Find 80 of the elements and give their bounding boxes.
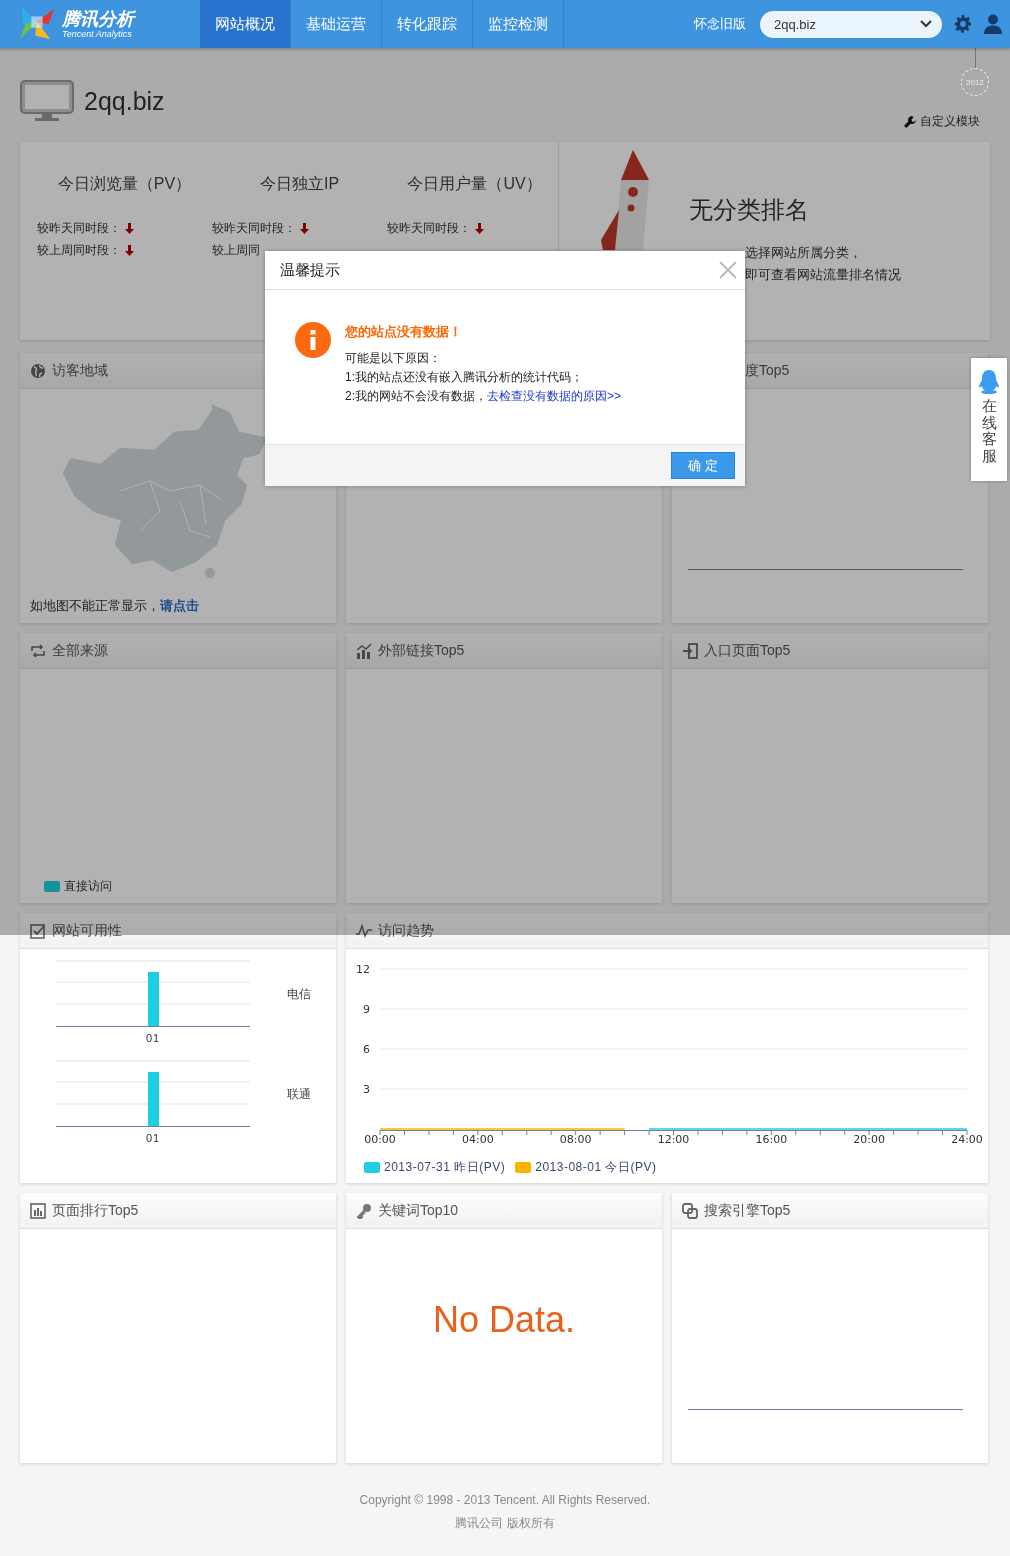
copyright-text: Copyright © 1998 - 2013 Tencent. All Rights Reserved. [358, 1492, 652, 1509]
x-tick-label: 16:00 [755, 1133, 788, 1146]
carrier-label: 联通 [287, 1085, 311, 1103]
carrier-label: 电信 [287, 985, 311, 1003]
x-tick-label: 12:00 [657, 1133, 690, 1146]
axis-label: 01 [144, 1032, 162, 1044]
info-icon [295, 322, 331, 358]
y-tick-label: 9 [363, 1003, 370, 1016]
no-data-message: No Data. [431, 1299, 577, 1341]
dialog-title: 温馨提示 [280, 260, 340, 280]
panel-title: 关键词Top10 [378, 1201, 459, 1220]
x-tick-label: 08:00 [559, 1133, 592, 1146]
stat-label: 较昨天同时段： [212, 219, 296, 237]
key-icon [356, 1202, 372, 1219]
ranking-title: 无分类排名 [689, 195, 810, 225]
repeat-icon [30, 643, 46, 658]
check-reason-link[interactable]: 去检查没有数据的原因>> [487, 389, 622, 403]
stat-title: 今日浏览量（PV） [56, 174, 193, 194]
company-text: 腾讯公司 版权所有 [454, 1515, 556, 1532]
panel-title: 外部链接Top5 [378, 641, 465, 660]
penguin-icon [979, 370, 999, 394]
nav-tab[interactable]: 网站概况 [200, 0, 291, 48]
stat-label: 较昨天同时段： [387, 219, 471, 237]
panel-title: 页面排行Top5 [52, 1201, 139, 1220]
online-service-widget[interactable]: 在线客服 [971, 358, 1007, 481]
stat-label: 较上周同 [212, 241, 260, 259]
dialog-text: 1:我的站点还没有嵌入腾讯分析的统计代码； [345, 369, 584, 386]
close-icon[interactable] [719, 261, 737, 279]
user-icon[interactable] [984, 14, 1002, 34]
old-version-link[interactable]: 怀念旧版 [694, 15, 746, 33]
panel-title: 访问趋势 [378, 921, 434, 940]
logo-subtitle: Tencent Analytics [62, 29, 133, 39]
x-tick-label: 20:00 [853, 1133, 885, 1146]
map-note: 如地图不能正常显示，请点击 [30, 597, 199, 615]
site-name: 2qq.biz [84, 86, 165, 116]
checkbox-icon [30, 922, 46, 939]
panel-title: 全部来源 [52, 641, 108, 660]
x-tick-label: 04:00 [462, 1133, 494, 1146]
nav-tab[interactable]: 转化跟踪 [382, 0, 473, 48]
dialog-text: 2:我的网站不会没有数据，去检查没有数据的原因>> [345, 388, 622, 405]
panel-title: 网站可用性 [52, 921, 122, 940]
wrench-icon [904, 115, 916, 128]
ranking-hint: 即可查看网站流量排名情况 [745, 266, 901, 284]
y-tick-label: 3 [363, 1083, 370, 1096]
x-tick-label: 24:00 [951, 1133, 983, 1146]
panel-title: 搜索引擎Top5 [704, 1201, 791, 1220]
legend-label: 2013-08-01 今日(PV) [535, 1159, 657, 1176]
y-tick-label: 6 [363, 1043, 370, 1056]
customize-link[interactable]: 自定义模块 [904, 113, 980, 130]
axis-label: 01 [144, 1132, 162, 1144]
settings-icon[interactable] [954, 15, 972, 33]
x-tick-label: 00:00 [364, 1133, 396, 1146]
entry-icon [682, 642, 698, 659]
stat-title: 今日用户量（UV） [406, 174, 543, 194]
bar-chart-icon [356, 642, 372, 659]
nav-tab[interactable]: 基础运营 [291, 0, 382, 48]
dialog-heading: 您的站点没有数据！ [345, 323, 463, 341]
copy-icon [682, 1202, 698, 1219]
legend-label: 2013-07-31 昨日(PV) [384, 1159, 506, 1176]
logo-title: 腾讯分析 [62, 9, 134, 29]
chevron-down-icon [920, 20, 932, 28]
monitor-icon [20, 80, 74, 122]
nav-tab[interactable]: 监控检测 [473, 0, 564, 48]
dialog-text: 可能是以下原因： [345, 350, 442, 367]
y-tick-label: 12 [356, 963, 370, 976]
stat-label: 较上周同时段： [37, 241, 121, 259]
trend-icon [356, 923, 372, 938]
panel-title: 度Top5 [745, 361, 790, 380]
stat-label: 较昨天同时段： [37, 219, 121, 237]
confirm-button[interactable]: 确 定 [671, 452, 735, 479]
click-link[interactable]: 请点击 [160, 598, 199, 613]
ranking-hint: 选择网站所属分类， [745, 244, 863, 262]
panel-title: 访客地域 [52, 361, 108, 380]
bar-chart-icon [30, 1202, 46, 1219]
year-badge: 2012 [961, 68, 989, 96]
stat-title: 今日独立IP [258, 174, 341, 194]
legend-label: 直接访问 [64, 878, 112, 895]
globe-icon [30, 362, 46, 379]
site-select[interactable]: 2qq.biz [760, 10, 942, 38]
panel-title: 入口页面Top5 [704, 641, 791, 660]
